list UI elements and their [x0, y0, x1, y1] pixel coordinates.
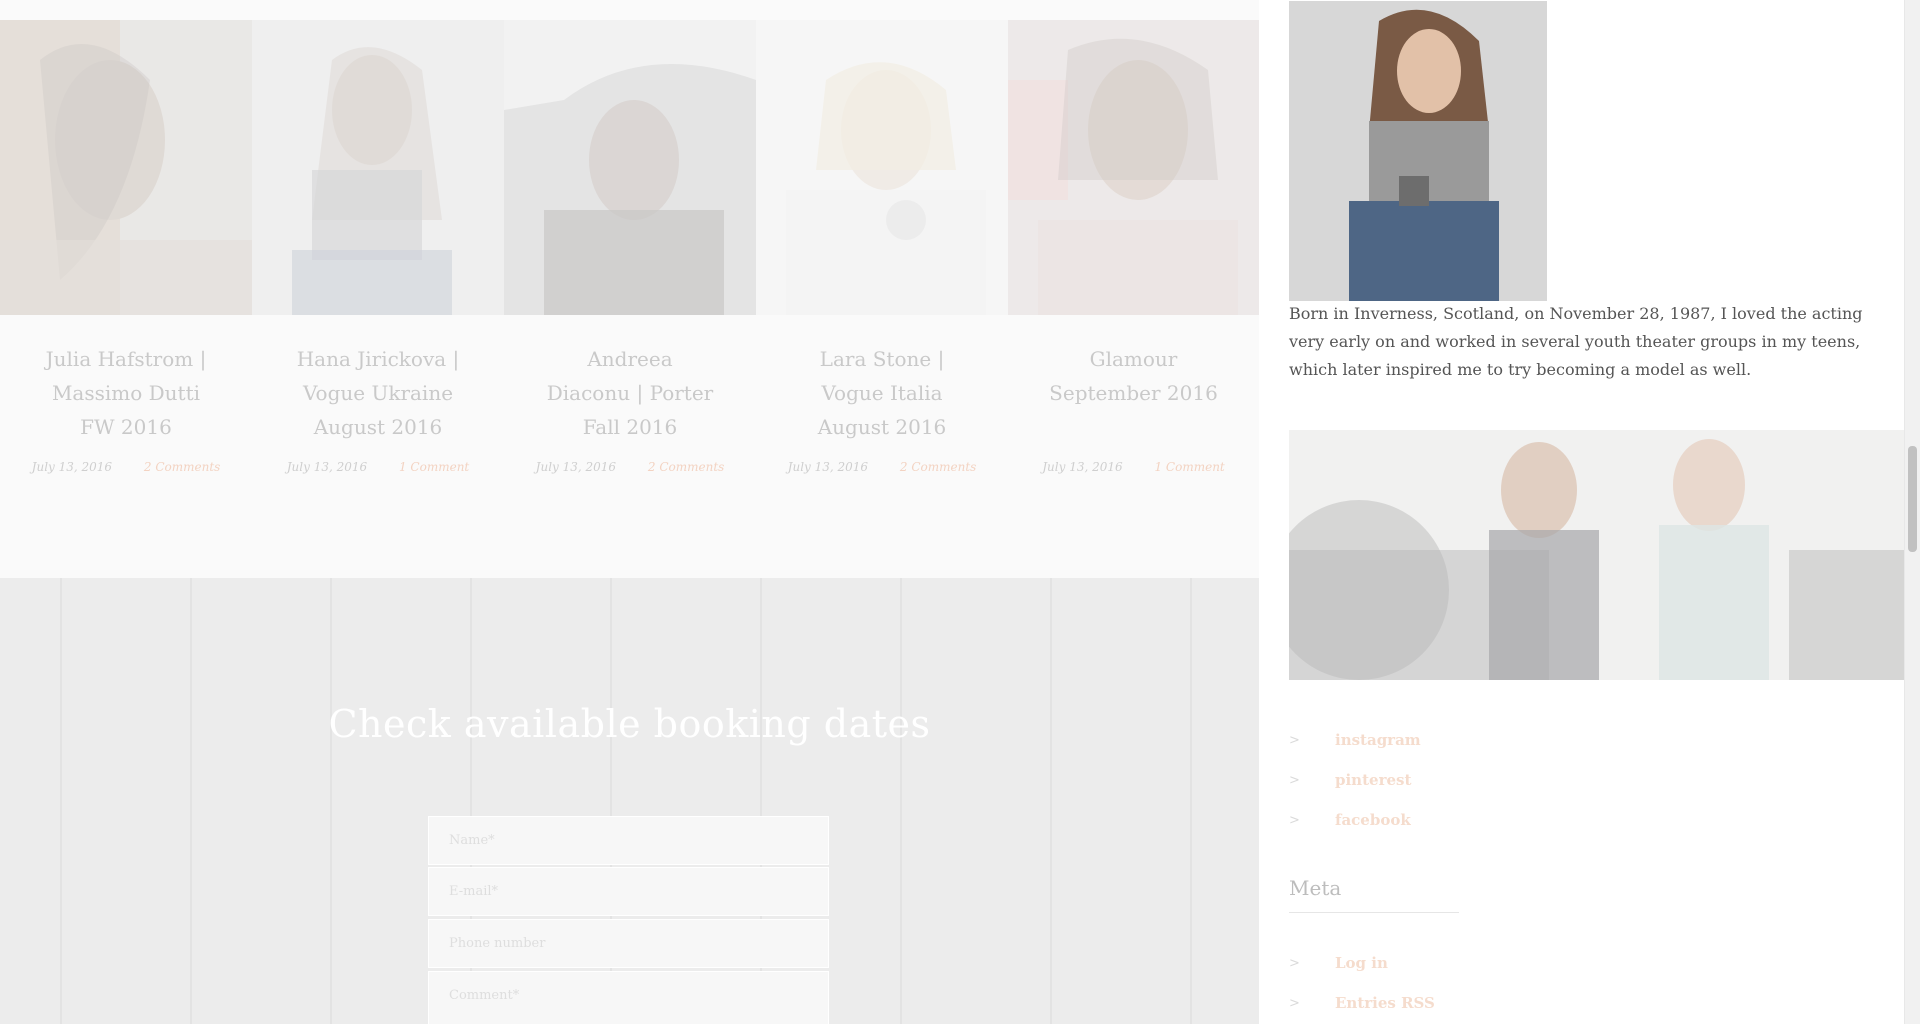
post-date[interactable]: July 13, 2016 [1042, 460, 1122, 474]
main-content: Julia Hafstrom | Massimo Dutti FW 2016 J… [0, 0, 1259, 1024]
comment-field[interactable] [428, 971, 829, 1024]
link-label[interactable]: Entries RSS [1335, 994, 1435, 1012]
post-date[interactable]: July 13, 2016 [287, 460, 367, 474]
phone-field[interactable] [428, 919, 829, 968]
meta-link-entries-rss[interactable]: > Entries RSS [1289, 983, 1689, 1023]
chevron-right-icon: > [1289, 812, 1300, 828]
post-meta: July 13, 2016 1 Comment [1008, 460, 1259, 474]
post-meta: July 13, 2016 2 Comments [0, 460, 252, 474]
post-date[interactable]: July 13, 2016 [788, 460, 868, 474]
chevron-right-icon: > [1289, 995, 1300, 1011]
link-label[interactable]: instagram [1335, 731, 1421, 749]
post-comments-link[interactable]: 1 Comment [399, 460, 469, 474]
name-field[interactable] [428, 816, 829, 865]
post-title[interactable]: Andreea Diaconu | Porter Fall 2016 [524, 342, 736, 444]
portfolio-posts: Julia Hafstrom | Massimo Dutti FW 2016 J… [0, 20, 1259, 578]
post-comments-link[interactable]: 2 Comments [144, 460, 220, 474]
post-thumbnail[interactable] [252, 20, 504, 315]
post-thumbnail[interactable] [0, 20, 252, 315]
email-field[interactable] [428, 867, 829, 916]
sidebar: Born in Inverness, Scotland, on November… [1259, 0, 1904, 1024]
post-card: Julia Hafstrom | Massimo Dutti FW 2016 J… [0, 20, 252, 578]
social-link-facebook[interactable]: > facebook [1289, 800, 1689, 840]
chevron-right-icon: > [1289, 732, 1300, 748]
social-link-pinterest[interactable]: > pinterest [1289, 760, 1689, 800]
post-meta: July 13, 2016 1 Comment [252, 460, 504, 474]
link-label[interactable]: facebook [1335, 811, 1411, 829]
bio-text: Born in Inverness, Scotland, on November… [1289, 304, 1863, 379]
post-comments-link[interactable]: 1 Comment [1154, 460, 1224, 474]
scrollbar-thumb[interactable] [1908, 446, 1917, 552]
social-link-instagram[interactable]: > instagram [1289, 720, 1689, 760]
post-title[interactable]: Julia Hafstrom | Massimo Dutti FW 2016 [20, 342, 232, 444]
post-comments-link[interactable]: 2 Comments [648, 460, 724, 474]
link-label[interactable]: pinterest [1335, 771, 1411, 789]
post-thumbnail[interactable] [504, 20, 756, 315]
link-label[interactable]: Log in [1335, 954, 1388, 972]
meta-links: > Log in > Entries RSS [1289, 943, 1689, 1023]
post-date[interactable]: July 13, 2016 [32, 460, 112, 474]
post-card: Andreea Diaconu | Porter Fall 2016 July … [504, 20, 756, 578]
post-thumbnail[interactable] [756, 20, 1008, 315]
social-links: > instagram > pinterest > facebook [1289, 720, 1689, 840]
post-card: Lara Stone | Vogue Italia August 2016 Ju… [756, 20, 1008, 578]
post-card: Hana Jirickova | Vogue Ukraine August 20… [252, 20, 504, 578]
booking-section: Check available booking dates [0, 578, 1259, 1024]
post-comments-link[interactable]: 2 Comments [900, 460, 976, 474]
post-title[interactable]: Lara Stone | Vogue Italia August 2016 [776, 342, 988, 444]
post-meta: July 13, 2016 2 Comments [504, 460, 756, 474]
post-date[interactable]: July 13, 2016 [536, 460, 616, 474]
top-strip [0, 0, 1259, 20]
post-title[interactable]: Hana Jirickova | Vogue Ukraine August 20… [272, 342, 484, 444]
banner-image [1289, 430, 1904, 680]
page-scrollbar[interactable] [1904, 0, 1920, 1024]
chevron-right-icon: > [1289, 955, 1300, 971]
chevron-right-icon: > [1289, 772, 1300, 788]
post-thumbnail[interactable] [1008, 20, 1259, 315]
meta-link-login[interactable]: > Log in [1289, 943, 1689, 983]
booking-title: Check available booking dates [328, 702, 931, 746]
meta-heading: Meta [1289, 876, 1459, 913]
post-title[interactable]: Glamour September 2016 [1028, 342, 1239, 410]
post-card: Glamour September 2016 July 13, 2016 1 C… [1008, 20, 1259, 578]
post-meta: July 13, 2016 2 Comments [756, 460, 1008, 474]
model-photo [1289, 1, 1547, 301]
